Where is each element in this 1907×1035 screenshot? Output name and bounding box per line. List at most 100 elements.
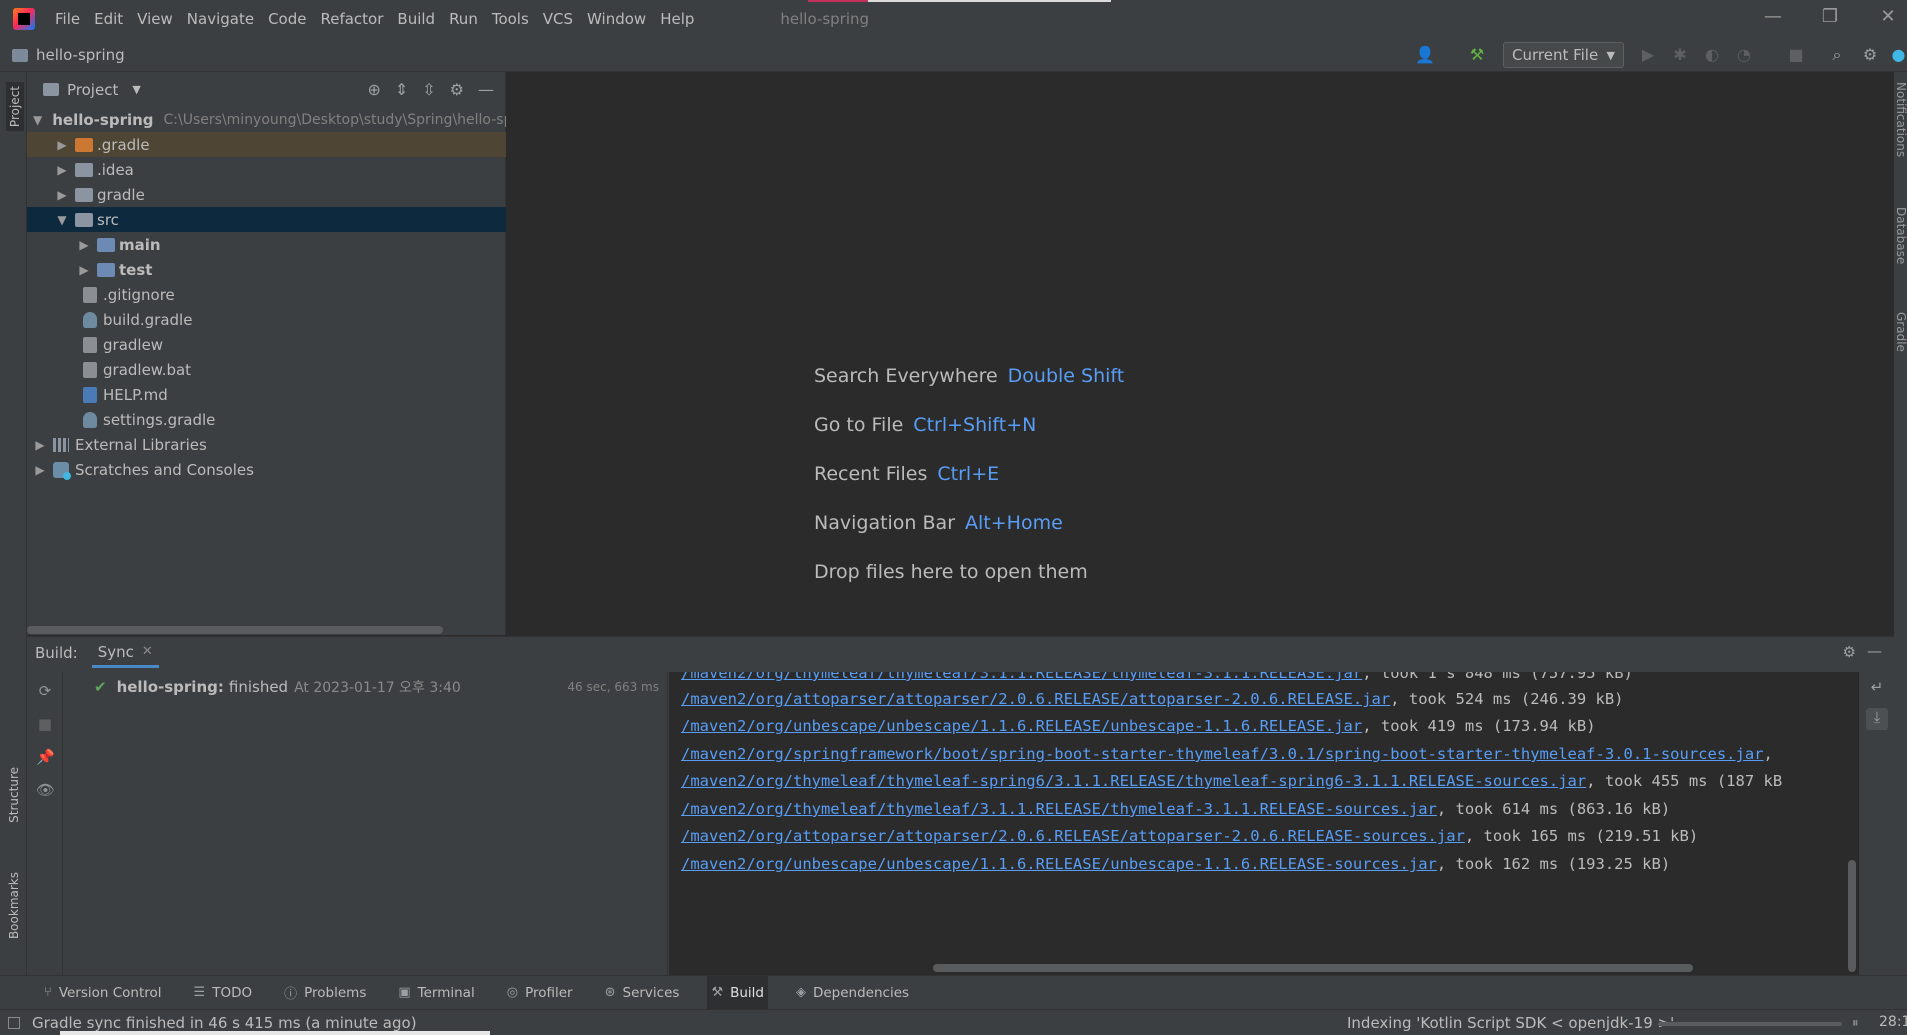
menu-help[interactable]: Help xyxy=(660,10,694,28)
chevron-down-icon[interactable]: ▼ xyxy=(33,113,42,127)
tab-sync[interactable]: Sync ✕ xyxy=(91,639,159,668)
status-message-area[interactable]: Gradle sync finished in 46 s 415 ms (a m… xyxy=(8,1014,417,1032)
close-icon[interactable]: ✕ xyxy=(142,644,153,659)
soft-wrap-icon[interactable]: ↵ xyxy=(1866,678,1888,700)
stop-icon[interactable]: ■ xyxy=(1785,44,1807,66)
tab-todo[interactable]: ☰ TODO xyxy=(190,976,257,1010)
tab-build[interactable]: ⚒ Build xyxy=(707,975,768,1010)
tab-terminal[interactable]: ▣ Terminal xyxy=(394,976,478,1010)
log-link[interactable]: /maven2/org/attoparser/attoparser/2.0.6.… xyxy=(681,827,1465,845)
log-link[interactable]: /maven2/org/unbescape/unbescape/1.1.6.RE… xyxy=(681,855,1437,873)
tree-item-gradlew-bat[interactable]: gradlew.bat xyxy=(27,357,506,382)
chevron-right-icon[interactable]: ▶ xyxy=(55,163,69,177)
toggle-tool-windows-icon[interactable] xyxy=(8,1017,20,1029)
chevron-right-icon[interactable]: ▶ xyxy=(77,263,91,277)
project-horizontal-scrollbar[interactable] xyxy=(27,626,443,634)
gear-icon[interactable]: ⚙ xyxy=(450,80,464,99)
log-link[interactable]: /maven2/org/thymeleaf/thymeleaf-spring6/… xyxy=(681,772,1586,790)
gear-icon[interactable]: ⚙ xyxy=(1843,643,1856,661)
tree-item-dot-gradle[interactable]: ▶ .gradle xyxy=(27,132,506,157)
log-link[interactable]: /maven2/org/thymeleaf/thymeleaf/3.1.1.RE… xyxy=(681,800,1437,818)
caret-position[interactable]: 28:1 xyxy=(1879,1014,1907,1030)
log-link[interactable]: /maven2/org/attoparser/attoparser/2.0.6.… xyxy=(681,690,1390,708)
pause-icon[interactable]: ⏸ xyxy=(1852,1016,1859,1031)
tree-item-gradlew[interactable]: gradlew xyxy=(27,332,506,357)
menu-tools[interactable]: Tools xyxy=(492,10,529,28)
tree-item-hello-spring[interactable]: ▼ hello-spring C:\Users\minyoung\Desktop… xyxy=(27,107,506,132)
chevron-down-icon[interactable]: ▼ xyxy=(55,213,69,227)
run-config-select[interactable]: Current File ▼ xyxy=(1503,42,1624,68)
bookmarks-tool-tab[interactable]: Bookmarks xyxy=(7,872,21,939)
menu-file[interactable]: File xyxy=(55,10,80,28)
tree-item-test[interactable]: ▶ test xyxy=(27,257,506,282)
chevron-right-icon[interactable]: ▶ xyxy=(33,438,47,452)
scroll-to-end-icon[interactable]: ⤓ xyxy=(1866,708,1888,730)
structure-tool-tab[interactable]: Structure xyxy=(7,767,21,823)
log-line: /maven2/org/thymeleaf/thymeleaf/3.1.1.RE… xyxy=(681,800,1670,818)
menu-refactor[interactable]: Refactor xyxy=(320,10,383,28)
tree-item-external-libraries[interactable]: ▶ External Libraries xyxy=(27,432,506,457)
chevron-right-icon[interactable]: ▶ xyxy=(33,463,47,477)
project-view-selector[interactable]: Project ▼ xyxy=(43,81,141,99)
tree-item-help-md[interactable]: HELP.md xyxy=(27,382,506,407)
minimize-button[interactable]: — xyxy=(1758,6,1788,27)
menu-build[interactable]: Build xyxy=(397,10,435,28)
eye-icon[interactable]: 👁 xyxy=(36,781,55,799)
user-icon[interactable]: 👤 xyxy=(1414,44,1436,66)
run-icon[interactable]: ▶ xyxy=(1637,44,1659,66)
locate-icon[interactable]: ⊕ xyxy=(367,80,380,99)
project-tool-tab[interactable]: Project xyxy=(6,82,24,132)
breadcrumb[interactable]: hello-spring xyxy=(12,46,125,64)
log-link[interactable]: /maven2/org/unbescape/unbescape/1.1.6.RE… xyxy=(681,717,1362,735)
tree-item-build-gradle[interactable]: build.gradle xyxy=(27,307,506,332)
log-link[interactable]: /maven2/org/thymeleaf/thymeleaf/3.1.1.RE… xyxy=(681,672,1362,682)
tab-profiler[interactable]: ◎ Profiler xyxy=(503,976,577,1010)
log-link[interactable]: /maven2/org/springframework/boot/spring-… xyxy=(681,745,1764,763)
tree-item-src[interactable]: ▼ src xyxy=(27,207,506,232)
chevron-right-icon[interactable]: ▶ xyxy=(77,238,91,252)
chevron-right-icon[interactable]: ▶ xyxy=(55,188,69,202)
debug-icon[interactable]: ✱ xyxy=(1669,44,1691,66)
expand-all-icon[interactable]: ⇕ xyxy=(395,80,408,99)
tree-item-gitignore[interactable]: .gitignore xyxy=(27,282,506,307)
log-horizontal-scrollbar[interactable] xyxy=(933,964,1693,972)
coverage-icon[interactable]: ◐ xyxy=(1701,44,1723,66)
search-icon[interactable]: ⌕ xyxy=(1826,44,1848,66)
pin-icon[interactable]: 📌 xyxy=(36,748,55,766)
tree-item-scratches[interactable]: ▶ Scratches and Consoles xyxy=(27,457,506,482)
plugin-icon[interactable]: ● xyxy=(1890,44,1907,66)
build-result-row[interactable]: ✔ hello-spring: finished At 2023-01-17 오… xyxy=(94,677,461,697)
hint-label: Drop files here to open them xyxy=(814,561,1088,583)
close-button[interactable]: ✕ xyxy=(1873,6,1903,27)
tree-item-main[interactable]: ▶ main xyxy=(27,232,506,257)
menu-edit[interactable]: Edit xyxy=(94,10,123,28)
tab-services[interactable]: ⊛ Services xyxy=(601,976,684,1010)
tab-version-control[interactable]: ⑂ Version Control xyxy=(40,976,166,1010)
tree-item-gradle[interactable]: ▶ gradle xyxy=(27,182,506,207)
menu-navigate[interactable]: Navigate xyxy=(187,10,254,28)
notifications-tool-tab[interactable]: Notifications xyxy=(1894,82,1907,157)
menu-run[interactable]: Run xyxy=(449,10,478,28)
menu-window[interactable]: Window xyxy=(587,10,646,28)
database-tool-tab[interactable]: Database xyxy=(1894,207,1907,264)
tree-item-settings-gradle[interactable]: settings.gradle xyxy=(27,407,506,432)
restore-button[interactable]: ❐ xyxy=(1815,6,1845,27)
hide-panel-icon[interactable]: — xyxy=(478,80,494,99)
tab-dependencies[interactable]: ◈ Dependencies xyxy=(792,976,913,1010)
profile-icon[interactable]: ◔ xyxy=(1733,44,1755,66)
gradle-tool-tab[interactable]: Gradle xyxy=(1894,312,1907,352)
tab-problems[interactable]: ⓘ Problems xyxy=(280,976,370,1010)
indexing-status[interactable]: Indexing 'Kotlin Script SDK < openjdk-19… xyxy=(1347,1014,1674,1032)
tree-item-dot-idea[interactable]: ▶ .idea xyxy=(27,157,506,182)
menu-code[interactable]: Code xyxy=(268,10,306,28)
hammer-icon[interactable]: ⚒ xyxy=(1466,44,1488,66)
menu-view[interactable]: View xyxy=(137,10,173,28)
sync-icon[interactable]: ⟳ xyxy=(36,682,54,700)
settings-icon[interactable]: ⚙ xyxy=(1859,44,1881,66)
stop-icon[interactable]: ■ xyxy=(36,715,54,733)
chevron-right-icon[interactable]: ▶ xyxy=(55,138,69,152)
collapse-all-icon[interactable]: ⇳ xyxy=(422,80,435,99)
hide-panel-icon[interactable]: — xyxy=(1867,642,1882,660)
menu-vcs[interactable]: VCS xyxy=(543,10,573,28)
log-vertical-scrollbar[interactable] xyxy=(1848,860,1856,972)
